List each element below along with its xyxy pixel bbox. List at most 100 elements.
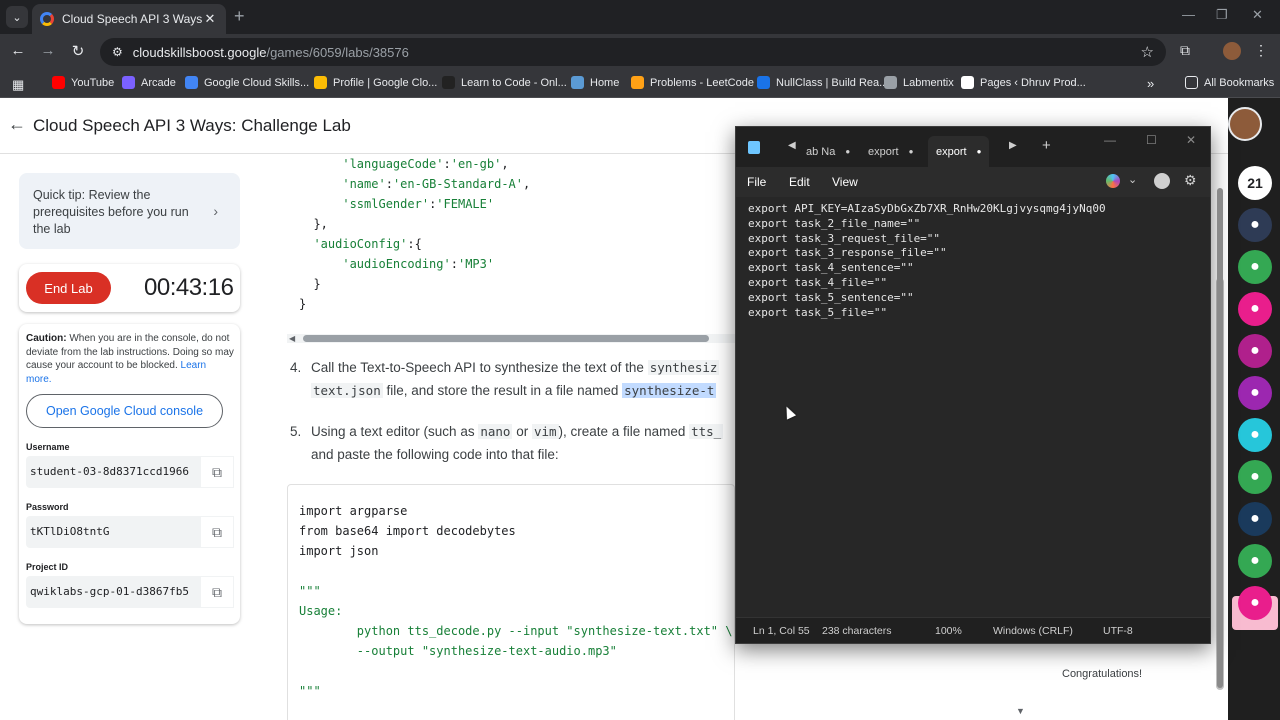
participant-avatar[interactable]: ●	[1238, 544, 1272, 578]
new-tab-button[interactable]: +	[234, 6, 245, 27]
bookmark-item[interactable]: Labmentix	[884, 76, 954, 89]
scroll-left-icon[interactable]: ◀	[289, 334, 295, 343]
notepad-tab[interactable]: ab Na ●	[798, 136, 858, 167]
account-icon[interactable]	[1154, 173, 1170, 189]
back-arrow-icon[interactable]: ←	[8, 114, 26, 135]
inline-code-selected: synthesize-t	[622, 383, 717, 398]
bookmark-item[interactable]: Arcade	[122, 76, 176, 89]
chevron-down-icon[interactable]: ⌄	[1128, 173, 1137, 186]
bookmark-item[interactable]: Google Cloud Skills...	[185, 76, 309, 89]
minimize-icon[interactable]: —	[1104, 133, 1116, 147]
notepad-tab[interactable]: export ●	[860, 136, 921, 167]
scrollbar-thumb[interactable]	[303, 335, 709, 342]
end-lab-button[interactable]: End Lab	[26, 272, 111, 304]
menu-file[interactable]: File	[747, 175, 766, 189]
participant-avatar[interactable]: ●	[1238, 376, 1272, 410]
notepad-new-tab-button[interactable]: +	[1042, 137, 1051, 154]
bookmark-label: Labmentix	[903, 76, 954, 89]
outline-item-congratulations[interactable]: Congratulations!	[1062, 668, 1142, 680]
browser-toolbar: ← → ↻ ⚙ cloudskillsboost.google/games/60…	[0, 34, 1280, 70]
notepad-menubar: File Edit View ⌄ ⚙	[736, 167, 1210, 197]
username-field[interactable]: student-03-8d8371ccd1966 ⧉	[26, 456, 234, 488]
participant-avatar[interactable]: ●	[1238, 502, 1272, 536]
rail-app-icon[interactable]: 21	[1238, 166, 1272, 200]
bookmark-item[interactable]: Learn to Code - Onl...	[442, 76, 567, 89]
bookmark-item[interactable]: NullClass | Build Rea...	[757, 76, 888, 89]
copy-icon[interactable]: ⧉	[200, 456, 234, 488]
browser-tabstrip: ⌄ Cloud Speech API 3 Ways: Challe ✕ + — …	[0, 0, 1280, 34]
participant-avatar[interactable]: ●	[1238, 586, 1272, 620]
close-window-icon[interactable]: ✕	[1252, 7, 1263, 23]
maximize-icon[interactable]: ☐	[1146, 133, 1157, 147]
bookmark-item[interactable]: Home	[571, 76, 619, 89]
tab-close-icon[interactable]: ✕	[202, 11, 218, 27]
notepad-tab-active[interactable]: export ●	[928, 136, 990, 167]
step-number: 4.	[290, 360, 302, 375]
code-token: 'audioEncoding'	[342, 257, 451, 271]
site-info-icon[interactable]: ⚙	[112, 45, 123, 59]
code-token: 'FEMALE'	[436, 197, 495, 211]
notepad-text[interactable]: export API_KEY=AIzaSyDbGxZb7XR_RnHw20KLg…	[748, 202, 1106, 320]
bookmark-favicon-icon	[314, 76, 327, 89]
minimize-window-icon[interactable]: —	[1182, 7, 1195, 22]
bookmark-item[interactable]: Pages ‹ Dhruv Prod...	[961, 76, 1086, 89]
code-token: 'MP3'	[457, 257, 495, 271]
bookmark-item[interactable]: YouTube	[52, 76, 114, 89]
bookmark-label: Google Cloud Skills...	[204, 76, 310, 89]
reload-icon[interactable]: ↻	[68, 42, 88, 60]
open-console-button[interactable]: Open Google Cloud console	[26, 394, 223, 428]
bookmarks-overflow-icon[interactable]: »	[1147, 76, 1154, 91]
lab-timer-card: End Lab 00:43:16	[19, 264, 240, 312]
scroll-tabs-right-icon[interactable]: ▶	[1009, 140, 1017, 151]
notepad-scrollbar[interactable]	[1217, 188, 1223, 688]
address-bar[interactable]: ⚙ cloudskillsboost.google/games/6059/lab…	[100, 38, 1166, 66]
browser-tab-active[interactable]: Cloud Speech API 3 Ways: Challe ✕	[32, 4, 226, 34]
project-id-field[interactable]: qwiklabs-gcp-01-d3867fb5 ⧉	[26, 576, 234, 608]
participant-avatar[interactable]: ●	[1238, 334, 1272, 368]
code-token: :	[450, 257, 458, 271]
scroll-down-icon[interactable]: ▼	[1016, 706, 1025, 716]
step-5-text: Using a text editor (such as	[311, 424, 479, 439]
all-bookmarks[interactable]: All Bookmarks	[1185, 76, 1274, 89]
page-title: Cloud Speech API 3 Ways: Challenge Lab	[33, 116, 351, 135]
password-field[interactable]: tKTlDiO8tntG ⧉	[26, 516, 234, 548]
inline-code: tts_	[689, 424, 724, 439]
tab-search-button[interactable]: ⌄	[6, 6, 28, 28]
copy-icon[interactable]: ⧉	[200, 576, 234, 608]
participant-avatar[interactable]: ●	[1238, 208, 1272, 242]
notepad-editor[interactable]: export API_KEY=AIzaSyDbGxZb7XR_RnHw20KLg…	[736, 197, 1210, 617]
forward-icon[interactable]: →	[38, 42, 58, 59]
bookmark-item[interactable]: Problems - LeetCode	[631, 76, 754, 89]
quick-tip-card[interactable]: Quick tip: Review the prerequisites befo…	[19, 173, 240, 249]
scroll-tabs-left-icon[interactable]: ◀	[788, 140, 796, 151]
apps-grid-icon[interactable]: ▦	[12, 77, 24, 93]
bookmark-favicon-icon	[122, 76, 135, 89]
notepad-tab-label: export	[936, 145, 967, 158]
back-icon[interactable]: ←	[8, 42, 28, 59]
code-horizontal-scrollbar[interactable]: ◀	[287, 334, 735, 343]
profile-avatar[interactable]	[1223, 42, 1241, 60]
menu-view[interactable]: View	[832, 175, 858, 189]
bookmark-label: Home	[590, 76, 620, 89]
copilot-icon[interactable]	[1106, 174, 1120, 188]
tab-title: Cloud Speech API 3 Ways: Challe	[62, 12, 202, 26]
close-icon[interactable]: ✕	[1186, 133, 1196, 147]
bookmark-item[interactable]: Profile | Google Clo...	[314, 76, 437, 89]
notepad-line: export task_3_request_file=""	[748, 231, 941, 245]
bookmark-star-icon[interactable]: ☆	[1141, 43, 1154, 61]
kebab-menu-icon[interactable]: ⋮	[1254, 42, 1268, 59]
menu-edit[interactable]: Edit	[789, 175, 810, 189]
participant-avatar[interactable]: ●	[1238, 292, 1272, 326]
settings-gear-icon[interactable]: ⚙	[1184, 172, 1197, 189]
extensions-icon[interactable]: ⧉	[1180, 42, 1190, 59]
participant-avatar[interactable]: ●	[1238, 460, 1272, 494]
user-avatar[interactable]	[1228, 107, 1262, 141]
copy-icon[interactable]: ⧉	[200, 516, 234, 548]
notepad-tab-label: ab Na	[806, 145, 836, 158]
participant-avatar[interactable]: ●	[1238, 418, 1272, 452]
participant-avatar[interactable]: ●	[1238, 250, 1272, 284]
maximize-window-icon[interactable]: ❐	[1216, 7, 1228, 23]
